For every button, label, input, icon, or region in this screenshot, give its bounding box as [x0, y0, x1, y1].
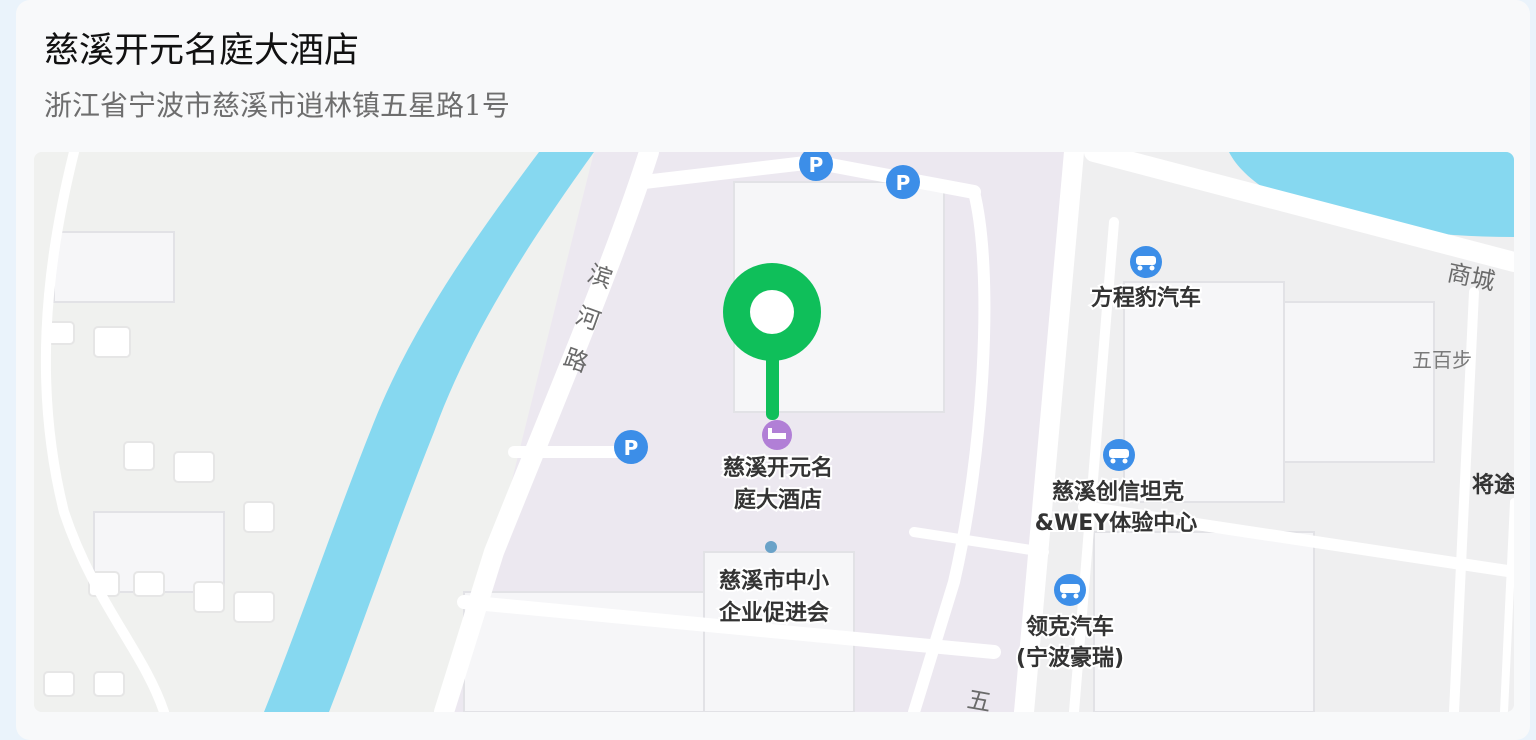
svg-text:P: P [809, 153, 824, 177]
poi-address: 浙江省宁波市慈溪市逍林镇五星路1号 [44, 89, 510, 122]
road-label-wu: 五 [965, 685, 993, 712]
parking-icon[interactable]: P [614, 430, 648, 464]
hotel-bed-icon[interactable] [762, 420, 792, 450]
road-label-jiangtu: 将途 [1472, 472, 1514, 498]
location-card: 慈溪开元名庭大酒店 浙江省宁波市慈溪市逍林镇五星路1号 滨 河 路 商城 五百步… [16, 0, 1530, 740]
svg-text:P: P [624, 436, 639, 460]
svg-text:P: P [896, 171, 911, 195]
hotel-label-line1: 慈溪开元名 [723, 455, 833, 481]
hotel-label-line2: 庭大酒店 [734, 487, 822, 513]
association-label-line1: 慈溪市中小 [719, 568, 829, 594]
fangchengbao-label: 方程豹汽车 [1091, 285, 1201, 311]
car-icon[interactable] [1054, 574, 1086, 606]
chuangxin-label-line2: &WEY体验中心 [1035, 510, 1197, 536]
car-icon[interactable] [1130, 246, 1162, 278]
map-canvas[interactable]: 滨 河 路 商城 五百步 将途 五 P P P 慈溪开元名 庭大酒店 慈溪市中小… [34, 152, 1514, 712]
map-view[interactable]: 滨 河 路 商城 五百步 将途 五 P P P 慈溪开元名 庭大酒店 慈溪市中小… [34, 152, 1514, 712]
car-icon[interactable] [1103, 439, 1135, 471]
lynk-label-line1: 领克汽车 [1026, 614, 1114, 640]
lynk-label-line2: (宁波豪瑞) [1016, 645, 1124, 671]
association-dot-icon [765, 541, 777, 553]
parking-icon[interactable]: P [886, 165, 920, 199]
chuangxin-label-line1: 慈溪创信坦克 [1052, 479, 1184, 505]
association-label-line2: 企业促进会 [718, 600, 829, 626]
poi-name: 慈溪开元名庭大酒店 [44, 31, 360, 71]
road-label-wubaibu: 五百步 [1412, 348, 1472, 372]
